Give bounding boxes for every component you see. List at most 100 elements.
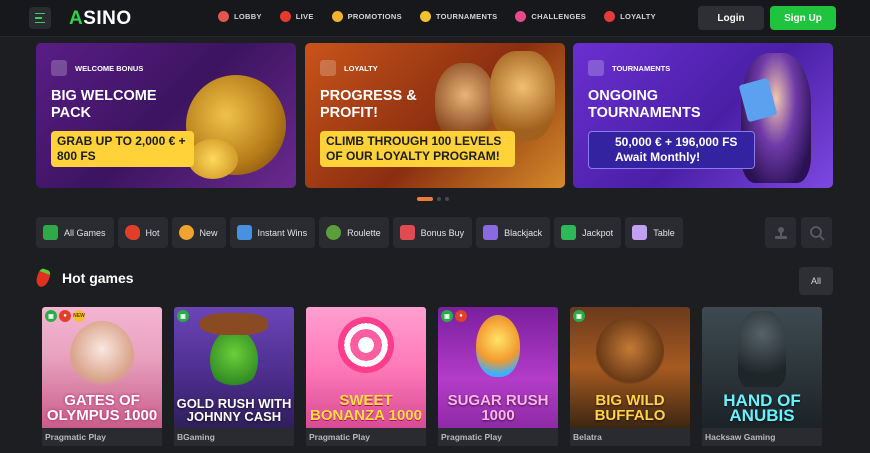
carousel-dots	[417, 197, 449, 201]
game-provider: Pragmatic Play	[438, 428, 558, 446]
rocket-icon	[236, 225, 252, 240]
game-provider: Hacksaw Gaming	[702, 428, 822, 446]
game-card[interactable]: ▣ ● NEW GATES OF OLYMPUS 1000 Pragmatic …	[42, 307, 162, 446]
top-bar: ASINO LOBBY LIVE PROMOTIONS TOURNAMENTS …	[0, 0, 870, 37]
game-thumbnail[interactable]: ▣ ● NEW GATES OF OLYMPUS 1000	[42, 307, 162, 428]
game-title: GATES OF OLYMPUS 1000	[46, 392, 158, 424]
banner-welcome-bonus[interactable]: WELCOME BONUS BIG WELCOME PACK GRAB UP T…	[36, 43, 296, 188]
roulette-icon	[326, 225, 342, 240]
game-card[interactable]: ▣ BIG WILD BUFFALO Belatra	[570, 307, 690, 446]
view-all-button[interactable]: All	[799, 267, 833, 295]
nav-loyalty[interactable]: LOYALTY	[604, 11, 656, 22]
lollipop-art	[338, 317, 394, 373]
zeus-art	[70, 321, 134, 391]
category-bar: All Games Hot New Instant Wins Roulette …	[36, 217, 683, 248]
hot-badge-icon: ●	[59, 310, 71, 322]
slot-machine-icon	[218, 11, 229, 22]
banner-offer: GRAB UP TO 2,000 € + 800 FS	[51, 131, 194, 167]
category-jackpot[interactable]: Jackpot	[554, 217, 622, 248]
banner-tournaments[interactable]: TOURNAMENTS ONGOING TOURNAMENTS 50,000 €…	[573, 43, 833, 188]
all-games-icon	[43, 225, 58, 240]
game-card[interactable]: ▣ GOLD RUSH WITH JOHNNY CASH BGaming	[174, 307, 294, 446]
game-grid: ▣ ● NEW GATES OF OLYMPUS 1000 Pragmatic …	[42, 307, 822, 446]
banner-title: PROGRESS & PROFIT!	[320, 88, 417, 121]
target-icon	[515, 11, 527, 22]
banner-offer: 50,000 € + 196,000 FS Await Monthly!	[588, 131, 755, 169]
category-new[interactable]: New	[171, 217, 226, 248]
carousel-dot[interactable]	[445, 197, 449, 201]
nav-tournaments[interactable]: TOURNAMENTS	[419, 11, 498, 22]
crown-icon	[320, 60, 336, 76]
new-badge-icon: NEW	[73, 310, 85, 322]
game-thumbnail[interactable]: HAND OF ANUBIS	[702, 307, 822, 428]
category-roulette[interactable]: Roulette	[319, 217, 389, 248]
nav-live[interactable]: LIVE	[279, 11, 314, 22]
game-title: GOLD RUSH WITH JOHNNY CASH	[176, 396, 292, 424]
login-button[interactable]: Login	[698, 6, 764, 30]
trophy-icon	[588, 60, 604, 76]
menu-toggle-button[interactable]	[29, 7, 51, 29]
cowboy-hat-art	[200, 313, 268, 335]
game-card[interactable]: SWEET BONANZA 1000 Pragmatic Play	[306, 307, 426, 446]
game-title: SUGAR RUSH 1000	[447, 392, 549, 424]
section-title: Hot games	[62, 270, 134, 286]
category-bonus-buy[interactable]: Bonus Buy	[392, 217, 473, 248]
main-nav: LOBBY LIVE PROMOTIONS TOURNAMENTS CHALLE…	[218, 11, 674, 22]
cactus-cowboy-art	[210, 329, 258, 391]
game-title: BIG WILD BUFFALO	[594, 392, 666, 424]
game-provider: Pragmatic Play	[42, 428, 162, 446]
carousel-dot[interactable]	[417, 197, 433, 201]
chili-icon	[34, 267, 52, 289]
game-title: HAND OF ANUBIS	[723, 391, 801, 425]
buffalo-art	[596, 317, 664, 387]
game-thumbnail[interactable]: ▣ BIG WILD BUFFALO	[570, 307, 690, 428]
nav-challenges[interactable]: CHALLENGES	[515, 11, 586, 22]
category-blackjack[interactable]: Blackjack	[476, 217, 551, 248]
candy-egg-art	[476, 315, 520, 377]
game-thumbnail[interactable]: ▣ GOLD RUSH WITH JOHNNY CASH	[174, 307, 294, 428]
banner-tag: WELCOME BONUS	[75, 63, 144, 73]
game-title: SWEET BONANZA 1000	[310, 392, 422, 424]
live-badge-icon	[279, 11, 291, 22]
game-provider: BGaming	[174, 428, 294, 446]
nav-promotions[interactable]: PROMOTIONS	[331, 11, 402, 22]
banner-loyalty[interactable]: LOYALTY PROGRESS & PROFIT! CLIMB THROUGH…	[305, 43, 565, 188]
game-card[interactable]: ▣ ● SUGAR RUSH 1000 Pragmatic Play	[438, 307, 558, 446]
anubis-art	[738, 311, 786, 387]
search-button[interactable]	[801, 217, 832, 248]
category-table[interactable]: Table	[625, 217, 683, 248]
nav-lobby[interactable]: LOBBY	[218, 11, 262, 22]
site-logo[interactable]: ASINO	[69, 8, 132, 30]
gold-coins-art	[188, 139, 238, 179]
playing-cards-icon	[483, 225, 499, 240]
game-thumbnail[interactable]: SWEET BONANZA 1000	[306, 307, 426, 428]
banner-title: ONGOING TOURNAMENTS	[588, 88, 701, 121]
megaphone-icon	[331, 11, 343, 22]
gift-badge-icon: ▣	[441, 310, 453, 322]
banner-tag: TOURNAMENTS	[612, 63, 671, 73]
game-card[interactable]: HAND OF ANUBIS Hacksaw Gaming	[702, 307, 822, 446]
search-icon	[809, 225, 825, 241]
banner-title: BIG WELCOME PACK	[51, 88, 157, 121]
provider-filter-button[interactable]	[765, 217, 796, 248]
table-icon	[632, 225, 648, 240]
category-instant-wins[interactable]: Instant Wins	[229, 217, 316, 248]
banner-tag: LOYALTY	[344, 63, 378, 73]
gift-badge-icon: ▣	[177, 310, 189, 322]
hot-badge-icon: ●	[455, 310, 467, 322]
bonus-gift-icon	[399, 225, 415, 240]
joystick-icon	[774, 226, 787, 239]
trophy-icon	[419, 11, 431, 22]
carousel-dot[interactable]	[437, 197, 441, 201]
king-art	[490, 51, 555, 141]
category-hot[interactable]: Hot	[117, 217, 168, 248]
game-provider: Belatra	[570, 428, 690, 446]
category-all-games[interactable]: All Games	[36, 217, 114, 248]
section-header: Hot games	[34, 267, 134, 289]
game-thumbnail[interactable]: ▣ ● SUGAR RUSH 1000	[438, 307, 558, 428]
game-provider: Pragmatic Play	[306, 428, 426, 446]
gift-badge-icon: ▣	[573, 310, 585, 322]
gift-badge-icon: ▣	[45, 310, 57, 322]
new-badge-icon	[178, 225, 194, 240]
signup-button[interactable]: Sign Up	[770, 6, 836, 30]
